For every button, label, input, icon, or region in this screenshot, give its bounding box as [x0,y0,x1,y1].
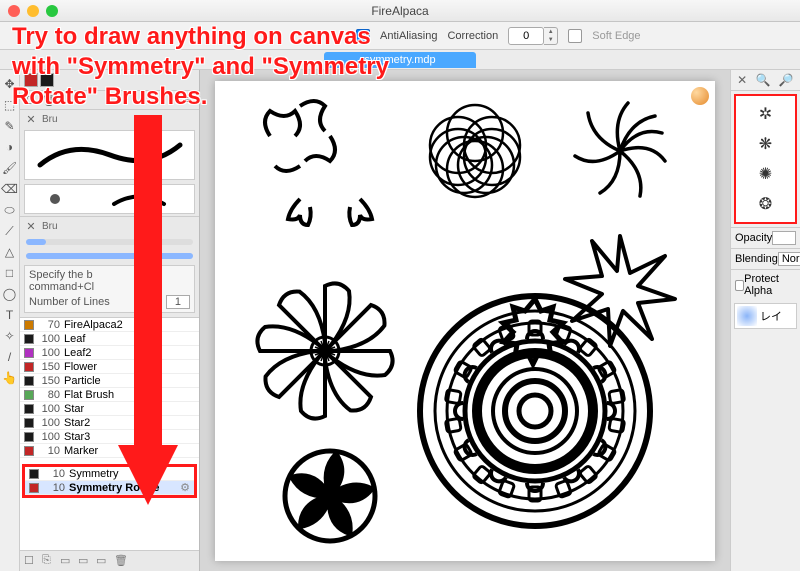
navigator-header: ✕ 🔍 🔎 [731,70,800,91]
blending-value[interactable]: Norm [778,252,800,266]
blending-label: Blending [735,253,778,265]
zoom-out-icon[interactable]: 🔍 [756,73,771,87]
brush-row[interactable]: 80Flat Brush [20,388,199,402]
right-panel: ✕ 🔍 🔎 ✲❋✺❂ Opacity Blending Norm Protect… [730,70,800,571]
left-panel: ☐ 🗑 ≡ ✕ Bru ✕ Bru 10 100 % Spec [20,70,200,571]
brush-row[interactable]: 10Marker [20,444,199,458]
tool-rect-icon[interactable]: □ [2,265,18,281]
brush-row-symmetry[interactable]: 10Symmetry [25,467,194,481]
correction-stepper[interactable]: ▲▼ [544,27,558,45]
close-nav-icon[interactable]: ✕ [737,73,747,87]
protect-alpha-checkbox[interactable] [735,280,744,291]
new-brush-icon[interactable]: ☐ [24,554,38,568]
delete-brush-icon[interactable]: 🗑 [114,554,128,568]
brush-row[interactable]: 150Flower [20,360,199,374]
alpaca-avatar-icon [691,87,709,105]
brush-stroke-preview [24,130,195,180]
titlebar: FireAlpaca [0,0,800,22]
tool-pen-icon[interactable]: ✎ [2,118,18,134]
protect-label: Protect Alpha [744,273,796,297]
size-slider[interactable]: 10 [26,239,193,245]
brush-row[interactable]: 70FireAlpaca2 [20,318,199,332]
panel-title-1: Bru [42,114,58,125]
opacity-field[interactable] [772,231,796,245]
protect-row: Protect Alpha [731,269,800,300]
specify-text-2: command+Cl [29,281,190,293]
tool-eraser-icon[interactable]: ⌫ [2,181,18,197]
brush-tip-preview [24,184,195,214]
opacity-label: Opacity [735,232,772,244]
brush-row[interactable]: 100Leaf2 [20,346,199,360]
tool-move-icon[interactable]: ✥ [2,76,18,92]
softedge-label: Soft Edge [592,30,640,42]
tool-ellipse-icon[interactable]: ⬭ [2,202,18,218]
correction-value[interactable]: 0 [508,27,544,45]
canvas[interactable] [215,81,715,561]
highlighted-brushes: 10Symmetry 10Symmetry Rotate⚙ [22,464,197,498]
brush-row[interactable]: 100Star2 [20,416,199,430]
tool-brush-icon[interactable]: 🖌 [2,160,18,176]
tool-circle-icon[interactable]: ◯ [2,286,18,302]
tool-poly-icon[interactable]: △ [2,244,18,260]
brush-panel-header: ✕ Bru [20,109,199,128]
close-panel-icon[interactable]: ✕ [24,112,38,126]
tool-hand-icon[interactable]: 👆 [2,370,18,386]
swatch-bg[interactable] [40,73,54,87]
panel-title-2: Bru [42,221,58,232]
antialias-label: AntiAliasing [380,30,437,42]
brush-row[interactable]: 150Particle [20,374,199,388]
brush-row[interactable]: 100Leaf [20,332,199,346]
canvas-area[interactable] [200,70,730,571]
brush-list-toolbar: ☐ ⎘ ▭ ▭ ▭ 🗑 [20,550,199,571]
menu-icon[interactable]: ≡ [181,93,195,107]
window-title: FireAlpaca [0,4,800,18]
color-swatches [20,70,199,90]
folder-icon[interactable]: ▭ [60,554,74,568]
main-area: ✥ ⬚ ✎ ◑ 🖌 ⌫ ⬭ ⟋ △ □ ◯ T ✧ / 👆 ☐ 🗑 ≡ ✕ Br… [0,70,800,571]
close-panel-icon-2[interactable]: ✕ [24,219,38,233]
duplicate-brush-icon[interactable]: ⎘ [42,554,56,568]
brush-control-header: ✕ Bru [20,216,199,235]
correction-label: Correction [447,30,498,42]
tool-wand-icon[interactable]: ✧ [2,328,18,344]
tool-line-icon[interactable]: ⟋ [2,223,18,239]
palette-row: ☐ 🗑 ≡ [20,90,199,109]
brush-list: 70FireAlpaca2 100Leaf 100Leaf2 150Flower… [20,317,199,550]
document-tabbar: symmetry.mdp [0,50,800,70]
softedge-checkbox[interactable] [568,29,582,43]
opacity-row: Opacity [731,227,800,248]
navigator-preview[interactable]: ✲❋✺❂ [734,94,797,224]
add-icon[interactable]: ☐ [24,93,38,107]
tool-dot-icon[interactable]: ◑ [2,139,18,155]
brush-row-symmetry-rotate[interactable]: 10Symmetry Rotate⚙ [25,481,194,495]
layer-row[interactable]: レイ [734,303,797,329]
zoom-in-icon[interactable]: 🔎 [779,73,794,87]
blending-row: Blending Norm [731,248,800,269]
brush-row[interactable]: 100Star3 [20,430,199,444]
layer-thumbnail [737,306,757,326]
tool-select-icon[interactable]: ⬚ [2,97,18,113]
layer-name: レイ [760,308,782,324]
tool-text-icon[interactable]: T [2,307,18,323]
top-toolbar: ✓ AntiAliasing Correction 0 ▲▼ Soft Edge [0,22,800,50]
specify-text-1: Specify the b [29,269,190,281]
folder2-icon[interactable]: ▭ [78,554,92,568]
tool-column: ✥ ⬚ ✎ ◑ 🖌 ⌫ ⬭ ⟋ △ □ ◯ T ✧ / 👆 [0,70,20,571]
gear-icon[interactable]: ⚙ [180,481,190,494]
brush-row[interactable]: 100Star [20,402,199,416]
brush-options: Specify the b command+Cl Number of Lines… [24,265,195,313]
opacity-slider[interactable]: 100 % [26,253,193,259]
tool-eyedropper-icon[interactable]: / [2,349,18,365]
antialias-checkbox[interactable]: ✓ [356,29,370,43]
numlines-label: Number of Lines [29,296,110,308]
numlines-value[interactable]: 1 [166,295,190,309]
swatch-fg[interactable] [24,73,38,87]
canvas-artwork [215,81,715,561]
document-tab[interactable]: symmetry.mdp [324,52,475,68]
up-icon[interactable]: ▭ [96,554,110,568]
trash-icon[interactable]: 🗑 [42,93,56,107]
